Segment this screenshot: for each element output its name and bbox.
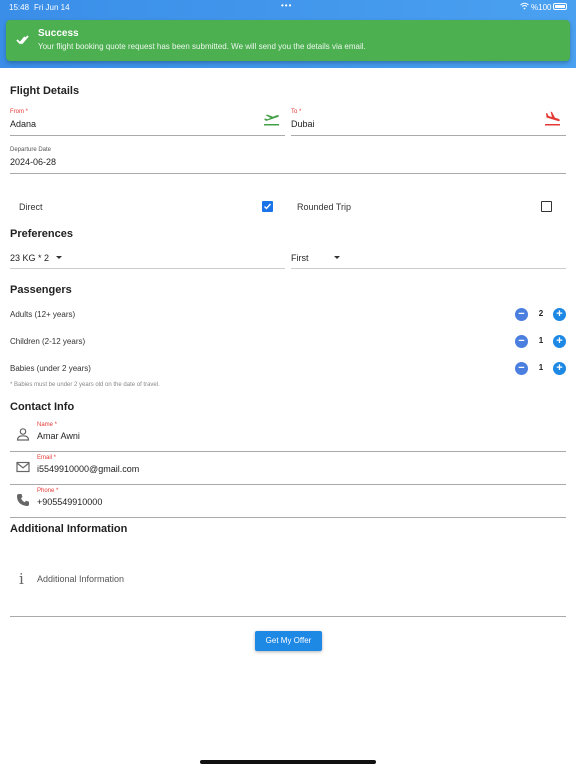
adults-label: Adults (12+ years)	[10, 310, 76, 319]
babies-note: * Babies must be under 2 years old on th…	[10, 382, 160, 388]
mail-icon	[16, 461, 30, 473]
passengers-title: Passengers	[10, 284, 72, 296]
from-label: From *	[10, 109, 28, 115]
airplane-takeoff-icon	[264, 114, 279, 126]
direct-checkbox[interactable]	[262, 201, 273, 212]
success-toast[interactable]: Success Your flight booking quote reques…	[6, 20, 570, 61]
additional-info-field[interactable]: i Additional Information	[10, 545, 566, 617]
direct-label: Direct	[19, 202, 43, 212]
chevron-down-icon	[334, 256, 340, 259]
children-count: 1	[538, 336, 544, 345]
name-field[interactable]: Name * Amar Awni	[10, 419, 566, 452]
babies-label: Babies (under 2 years)	[10, 364, 91, 373]
cabin-class-dropdown[interactable]: First	[291, 253, 566, 269]
name-label: Name *	[37, 422, 58, 428]
get-my-offer-button[interactable]: Get My Offer	[255, 631, 322, 651]
email-field[interactable]: Email * i5549910000@gmail.com	[10, 452, 566, 485]
person-icon	[16, 428, 30, 441]
double-check-icon	[16, 35, 29, 45]
to-value: Dubai	[291, 119, 315, 129]
adults-count: 2	[538, 309, 544, 318]
from-value: Adana	[10, 119, 37, 129]
home-indicator[interactable]	[200, 760, 376, 764]
departure-date-field[interactable]: Departure Date 2024-06-28	[10, 147, 566, 174]
babies-stepper: − 1 +	[515, 362, 566, 376]
preferences-title: Preferences	[10, 228, 73, 240]
phone-label: Phone *	[37, 488, 59, 494]
additional-info-title: Additional Information	[10, 523, 128, 535]
adults-stepper: − 2 +	[515, 308, 566, 322]
phone-icon	[17, 494, 29, 506]
contact-info-title: Contact Info	[10, 401, 75, 413]
adults-decrement-button[interactable]: −	[515, 308, 528, 321]
cabin-class-value: First	[291, 253, 309, 263]
from-field[interactable]: From * Adana	[10, 109, 285, 136]
rounded-trip-checkbox[interactable]	[541, 201, 552, 212]
departure-label: Departure Date	[10, 147, 52, 153]
children-stepper: − 1 +	[515, 335, 566, 349]
children-label: Children (2-12 years)	[10, 337, 86, 346]
baggage-dropdown[interactable]: 23 KG * 2	[10, 253, 285, 269]
toast-message: Your flight booking quote request has be…	[38, 42, 366, 51]
battery-percent: %100	[531, 3, 552, 12]
checkmark-icon	[264, 203, 272, 210]
status-time: 15:48	[9, 3, 30, 12]
info-icon: i	[19, 570, 24, 588]
name-value: Amar Awni	[37, 431, 80, 441]
additional-info-placeholder: Additional Information	[37, 574, 125, 584]
status-date: Fri Jun 14	[34, 3, 70, 12]
email-value: i5549910000@gmail.com	[37, 464, 140, 474]
to-label: To *	[291, 109, 302, 115]
wifi-icon	[520, 2, 529, 10]
adults-increment-button[interactable]: +	[553, 308, 566, 321]
battery-icon	[553, 3, 567, 10]
phone-field[interactable]: Phone * +905549910000	[10, 485, 566, 518]
chevron-down-icon	[56, 256, 62, 259]
flight-details-title: Flight Details	[10, 85, 80, 97]
multitask-dots-icon[interactable]: •••	[281, 1, 292, 10]
phone-value: +905549910000	[37, 497, 103, 507]
toast-title: Success	[38, 28, 79, 39]
babies-count: 1	[538, 363, 544, 372]
status-bar: 15:48 Fri Jun 14 ••• %100	[0, 0, 576, 14]
rounded-trip-label: Rounded Trip	[297, 202, 352, 212]
babies-increment-button[interactable]: +	[553, 362, 566, 375]
children-decrement-button[interactable]: −	[515, 335, 528, 348]
babies-decrement-button[interactable]: −	[515, 362, 528, 375]
departure-value: 2024-06-28	[10, 157, 57, 167]
airplane-landing-icon	[545, 111, 560, 126]
baggage-value: 23 KG * 2	[10, 253, 50, 263]
to-field[interactable]: To * Dubai	[291, 109, 566, 136]
email-label: Email *	[37, 455, 57, 461]
children-increment-button[interactable]: +	[553, 335, 566, 348]
